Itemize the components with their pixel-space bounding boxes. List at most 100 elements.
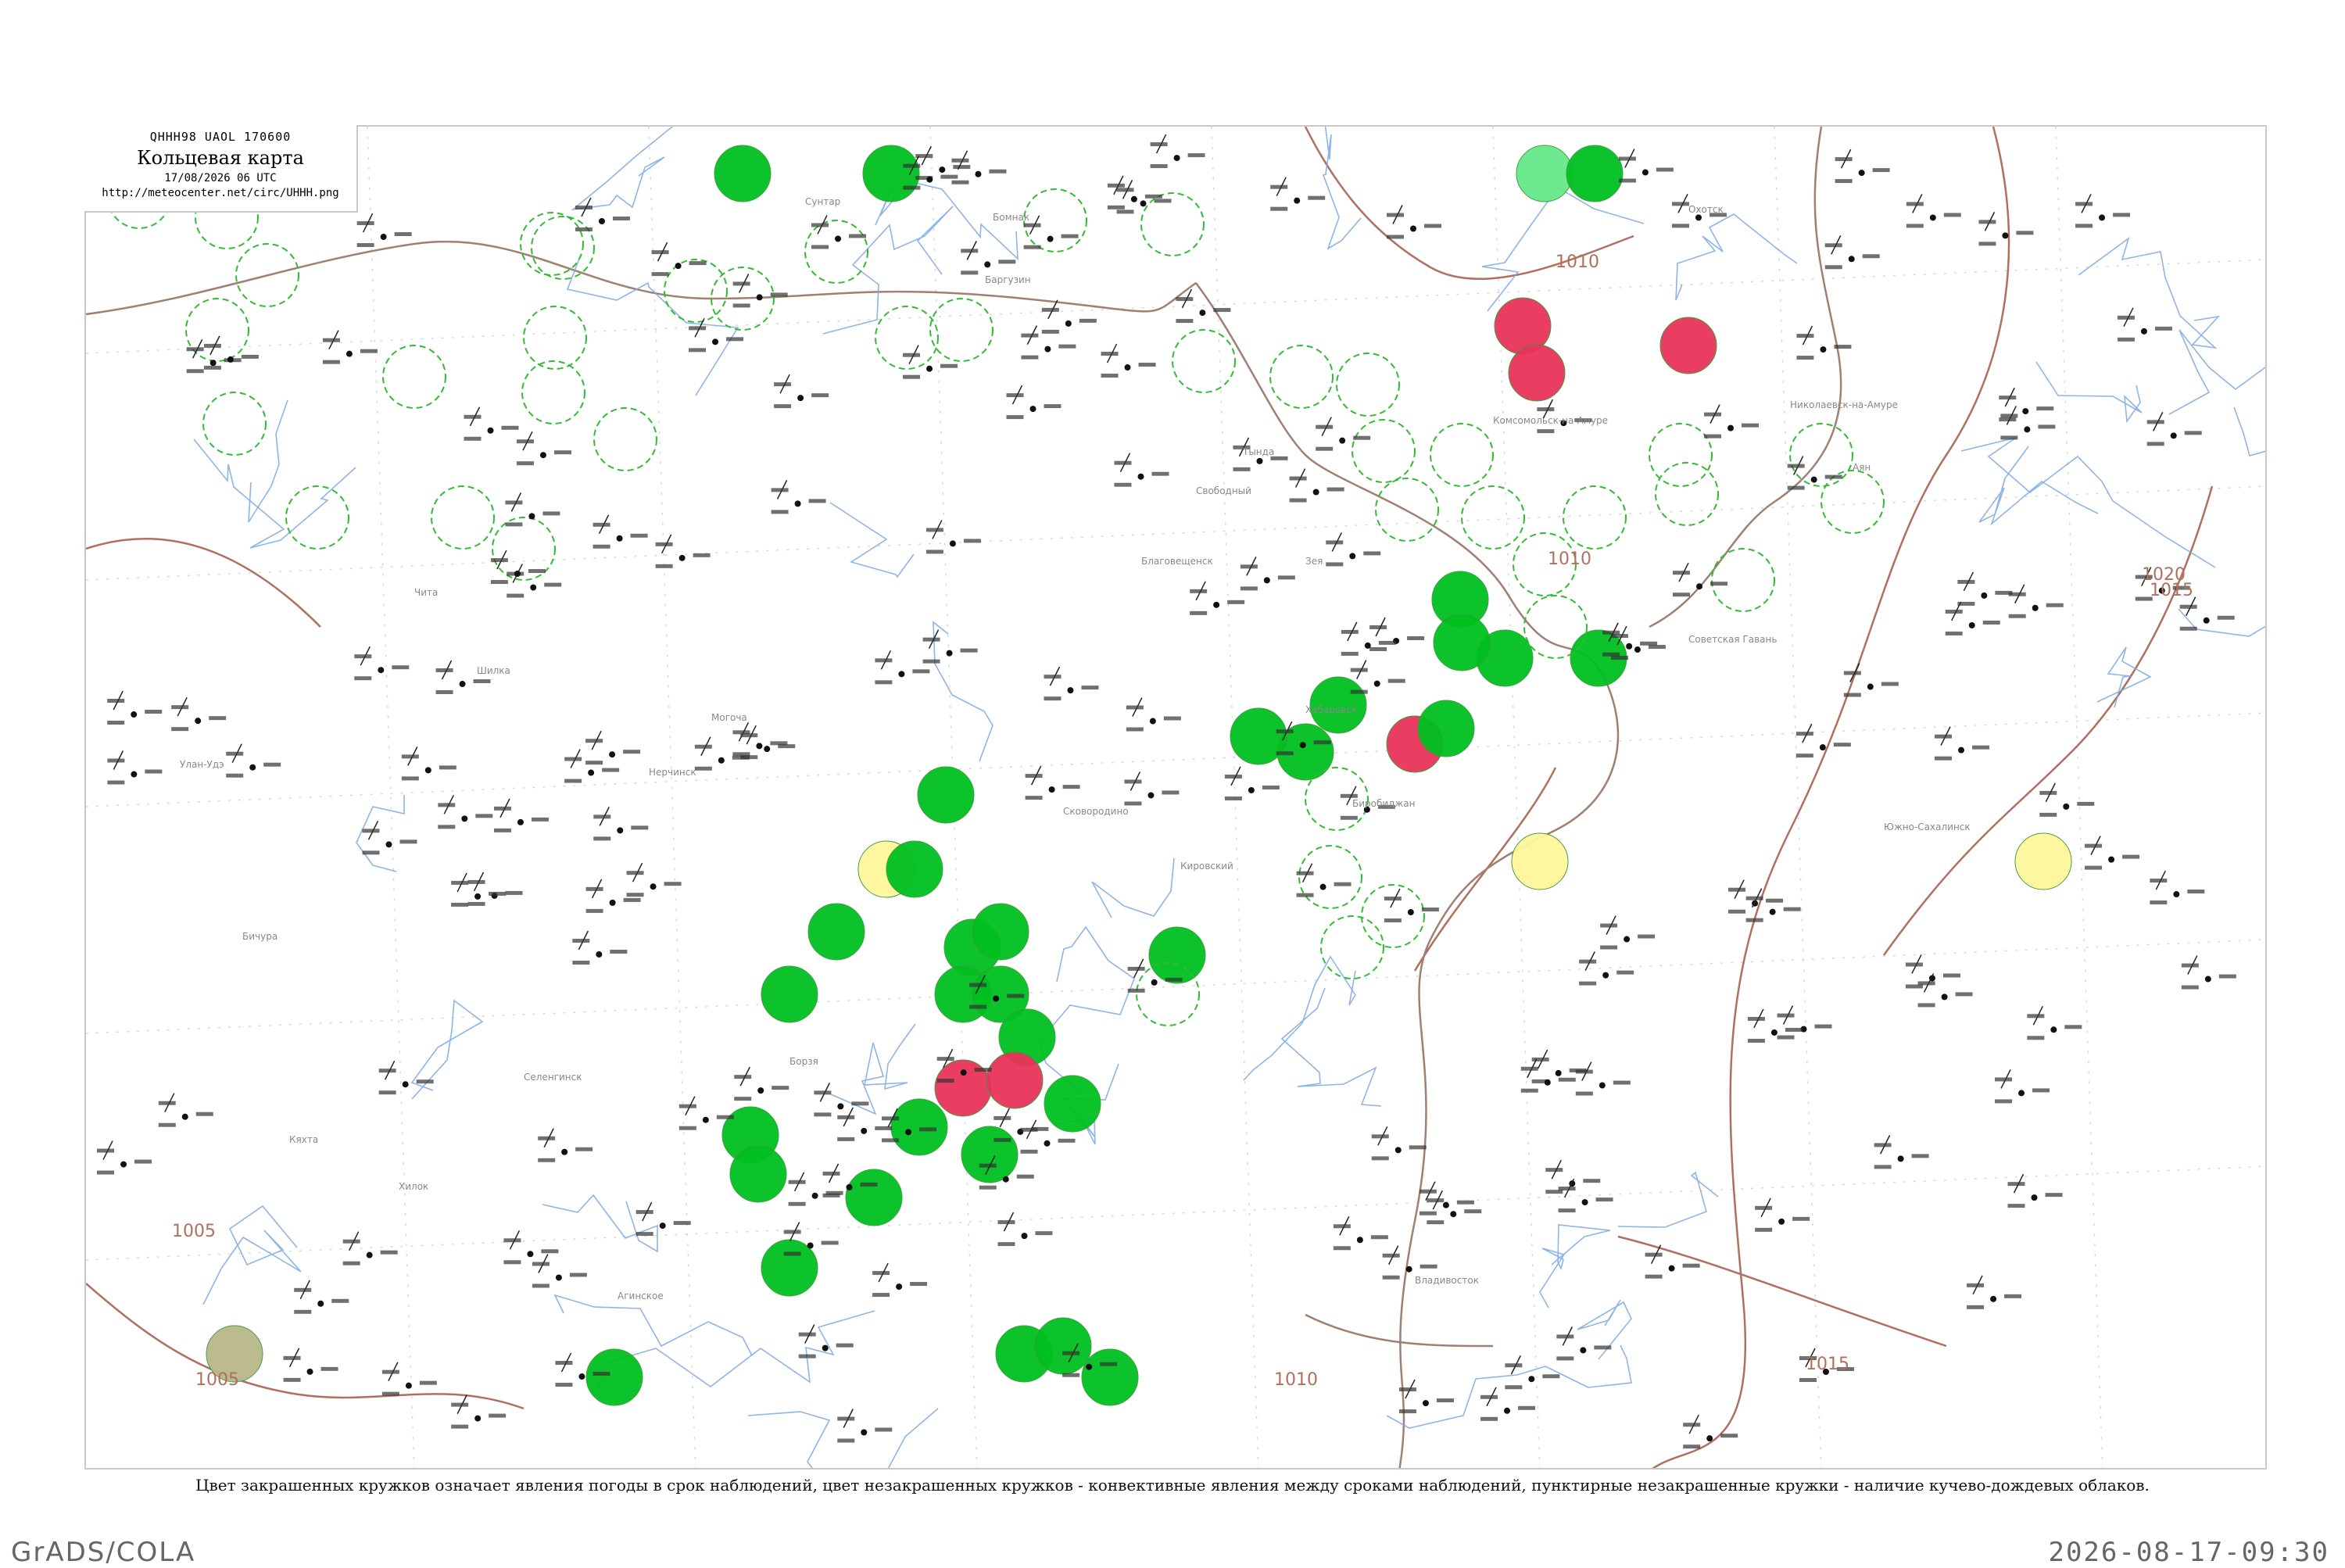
station-dot [1151,979,1158,986]
station-plots [97,134,2236,1449]
station-value-mark [1340,815,1358,820]
station-dot [1299,742,1306,749]
station-value-mark [401,754,419,759]
station-value-mark [501,425,519,430]
cb-dashed-circle [285,485,349,550]
station-dot [1810,476,1817,483]
station-name: Хилок [399,1181,428,1192]
station-value-mark [1835,157,1853,162]
station-value-mark [585,761,603,765]
station-value-mark [1755,1227,1773,1232]
station-value-mark [1058,1138,1076,1143]
station-value-mark [1316,446,1334,451]
station-dot [702,1116,709,1123]
station-dot [1599,1082,1606,1089]
station-value-mark [837,1438,855,1443]
station-value-mark [1785,1027,1803,1032]
station-dot [926,176,933,183]
station-dot [1626,643,1633,650]
station-value-mark [593,1372,610,1376]
station-value-mark [1945,631,1963,635]
station-value-mark [1755,1205,1773,1210]
station-value-mark [2016,231,2034,235]
weather-circle-filled [1433,614,1491,671]
station-name: Тында [1242,446,1274,457]
station-value-mark [1190,610,1208,615]
station-dot [1047,235,1054,242]
station-dot [1339,437,1346,444]
station-value-mark [356,221,374,226]
station-value-mark [1874,1143,1892,1147]
weather-circle-filled [1044,1075,1101,1133]
station-value-mark [145,710,163,714]
station-value-mark [419,1380,437,1385]
station-value-mark [1062,785,1080,789]
station-value-mark [1945,609,1963,614]
station-name: Николаевск-на-Амуре [1790,399,1898,410]
station-dot [1642,169,1649,176]
station-dot [675,263,682,270]
weather-circle-filled [845,1169,903,1226]
station-value-mark [936,1079,954,1083]
longitude-line [367,127,415,1468]
station-value-mark [1382,1275,1400,1280]
station-name: Благовещенск [1141,556,1213,567]
station-value-mark [2075,202,2093,206]
station-value-mark [505,500,523,505]
station-value-mark [1747,1038,1765,1043]
station-value-mark [989,169,1007,174]
station-dot [1941,993,1948,1001]
station-value-mark [1982,620,2000,625]
station-value-mark [1035,1231,1053,1236]
station-value-mark [464,414,482,419]
station-dot [1248,786,1255,793]
station-dot [2024,426,2031,433]
station-value-mark [772,1086,789,1090]
station-value-mark [979,1185,997,1190]
isobar-label: 1005 [195,1370,239,1390]
station-value-mark [798,1354,816,1359]
station-value-mark [1704,434,1722,439]
isobar-label: 1020 [2142,565,2186,585]
station-value-mark [811,223,829,227]
station-value-mark [783,1230,801,1234]
legend-caption: Цвет закрашенных кружков означает явлени… [195,1476,2150,1495]
station-value-mark [1777,1035,1795,1040]
river [1091,857,1175,918]
station-value-mark [585,739,603,743]
station-value-mark [1369,625,1387,629]
station-value-mark [1386,234,1404,239]
station-value-mark [1020,1127,1038,1132]
station-value-mark [1531,1057,1549,1061]
source-url[interactable]: http://meteocenter.net/circ/UHHH.png [84,187,356,199]
station-value-mark [1602,630,1620,635]
station-value-mark [451,1424,469,1429]
station-value-mark [1419,1189,1437,1194]
station-dot [650,883,657,890]
station-value-mark [1843,693,1861,697]
station-value-mark [1518,1405,1536,1410]
station-value-mark [1683,1423,1701,1427]
station-value-mark [2027,1014,2045,1018]
river [1280,987,1382,1107]
station-dot [1124,364,1131,371]
station-value-mark [342,1239,360,1244]
station-dot [1263,577,1270,584]
station-value-mark [788,1180,806,1184]
station-name: Селенгинск [524,1072,582,1083]
station-dot [474,1415,482,1422]
station-value-mark [1062,1351,1080,1355]
station-value-mark [851,1101,869,1106]
station-value-mark [1025,796,1043,800]
station-dot [1149,718,1156,725]
station-value-mark [1138,363,1156,367]
station-value-mark [593,814,611,819]
cb-dashed-circle [1336,353,1400,417]
station-value-mark [678,1104,696,1108]
station-dot [131,711,138,718]
station-dot [718,757,725,764]
station-value-mark [572,960,590,965]
station-value-mark [771,488,789,492]
station-name: Сковородино [1063,806,1129,817]
station-value-mark [158,1122,176,1127]
